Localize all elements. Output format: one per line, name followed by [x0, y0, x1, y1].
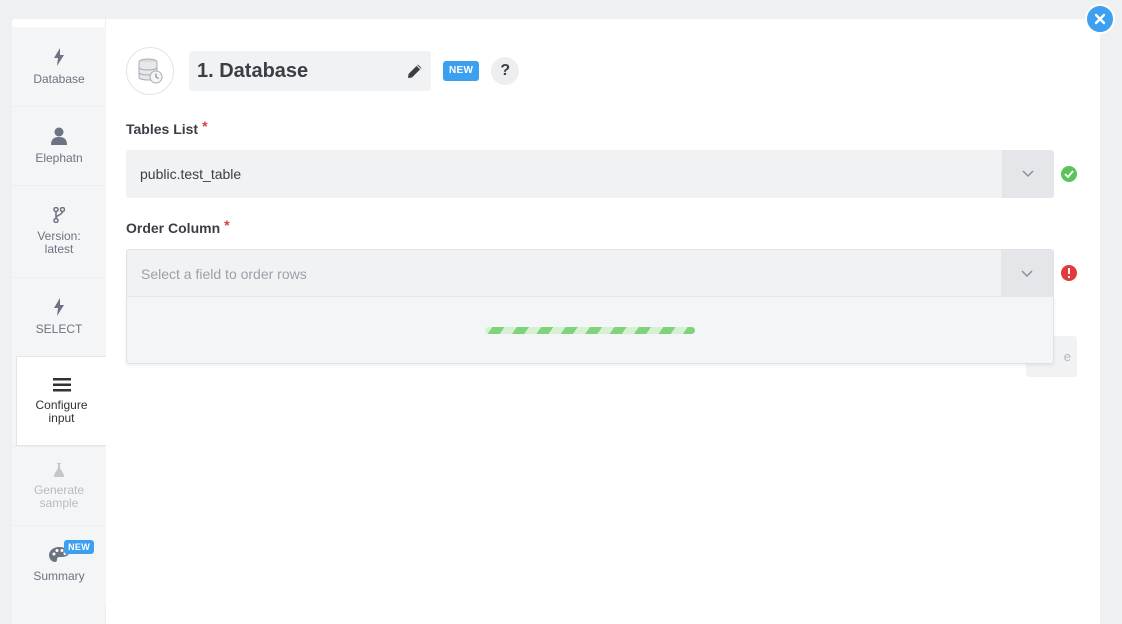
valid-check-icon [1061, 166, 1077, 182]
step-title: 1. Database [197, 59, 309, 82]
sidebar-item-version[interactable]: Version: latest [12, 185, 106, 277]
bolt-icon [54, 47, 64, 66]
loading-progress-bar [485, 326, 695, 334]
tables-list-value: public.test_table [140, 166, 242, 182]
menu-icon [52, 377, 71, 391]
new-badge: NEW [64, 540, 94, 554]
sidebar-item-elephatn[interactable]: Elephatn [12, 106, 106, 185]
close-icon [1094, 13, 1106, 25]
required-asterisk: * [224, 217, 230, 233]
help-icon: ? [500, 62, 511, 79]
database-app-icon [126, 47, 174, 95]
sidebar-item-configure-input[interactable]: Configure input [16, 356, 106, 446]
close-button[interactable] [1085, 4, 1115, 34]
step-header: 1. Database NEW ? [126, 47, 520, 95]
tables-list-label: Tables List * [126, 118, 208, 137]
sidebar-item-label: Database [33, 71, 85, 86]
sidebar-item-label: Generate [33, 482, 85, 497]
chevron-down-icon [1022, 170, 1034, 178]
step-title-field[interactable]: 1. Database [189, 51, 431, 91]
sidebar-item-label: Summary [33, 569, 85, 583]
tables-list-select[interactable]: public.test_table [126, 150, 1054, 198]
sidebar-item-label-line2: latest [44, 242, 74, 256]
help-button[interactable]: ? [491, 57, 520, 85]
step-sidebar: Database Elephatn Version: latest SELECT… [12, 27, 106, 604]
sidebar-item-label: Elephatn [35, 151, 83, 165]
sidebar-item-label-line2: sample [39, 495, 79, 510]
chevron-down-icon [1021, 269, 1033, 277]
sidebar-item-label: SELECT [35, 322, 83, 336]
sidebar-item-database[interactable]: Database [12, 27, 106, 106]
user-icon [51, 127, 67, 145]
new-badge: NEW [443, 61, 480, 81]
order-column-dropdown [126, 296, 1054, 364]
sidebar-item-summary[interactable]: NEW Summary [12, 525, 106, 604]
order-column-placeholder: Select a field to order rows [141, 265, 307, 282]
order-column-select[interactable]: Select a field to order rows [126, 249, 1054, 298]
tables-list-label-text: Tables List [126, 121, 199, 137]
pencil-icon[interactable] [407, 63, 423, 79]
required-asterisk: * [202, 118, 208, 134]
error-icon [1061, 265, 1077, 281]
order-column-label-text: Order Column [126, 220, 221, 236]
sidebar-item-generate-sample: Generate sample [12, 446, 106, 525]
order-column-label: Order Column * [126, 217, 230, 236]
branch-icon [53, 207, 65, 223]
database-icon [138, 58, 163, 84]
sidebar-item-label-line2: input [48, 410, 75, 425]
dropdown-toggle[interactable] [1002, 150, 1054, 198]
partially-hidden-button-label: e [1063, 349, 1071, 364]
bolt-icon [54, 298, 64, 316]
flask-icon [53, 462, 65, 477]
modal-panel: Database Elephatn Version: latest SELECT… [12, 19, 1100, 624]
sidebar-item-select[interactable]: SELECT [12, 277, 106, 356]
dropdown-toggle[interactable] [1001, 249, 1053, 298]
sidebar-item-label: Configure [35, 397, 88, 412]
